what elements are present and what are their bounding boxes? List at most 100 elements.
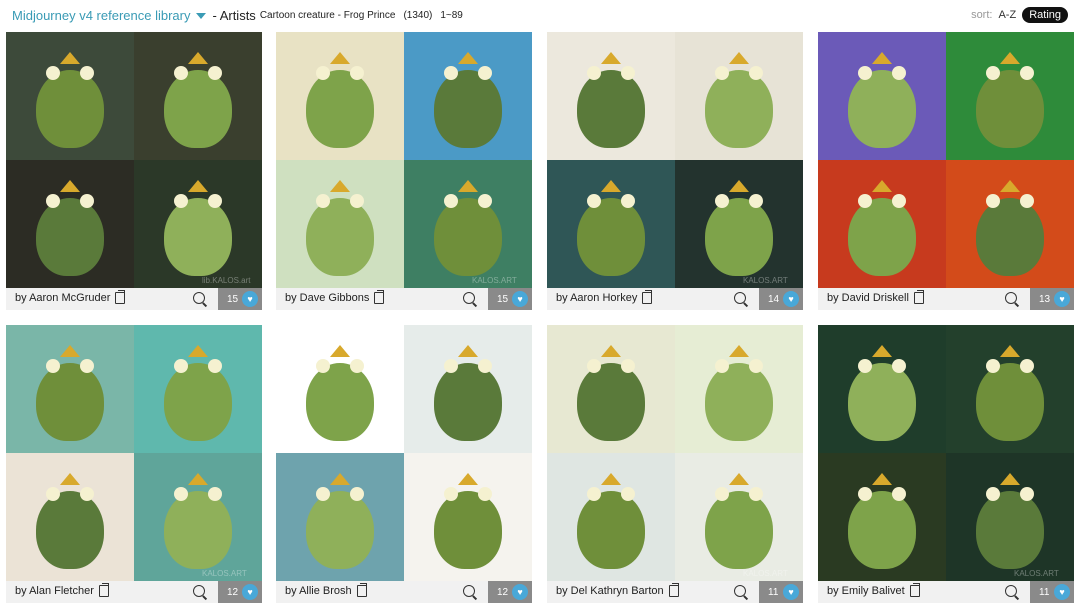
artist-card[interactable]: KALOS.ART by Alan Fletcher 12 ♥ (6, 325, 262, 603)
sample-image[interactable] (675, 453, 803, 581)
sample-image[interactable] (134, 32, 262, 160)
frog-eye (80, 359, 94, 373)
artist-card[interactable]: by David Driskell 13 ♥ (818, 32, 1074, 310)
zoom-in-icon[interactable] (463, 292, 475, 304)
copy-icon[interactable] (642, 290, 653, 304)
copy-icon[interactable] (374, 290, 385, 304)
library-title[interactable]: Midjourney v4 reference library (12, 8, 190, 23)
sample-image[interactable] (547, 325, 675, 453)
crown-shape (188, 52, 208, 64)
zoom-in-icon[interactable] (734, 585, 746, 597)
frog-eye (444, 66, 458, 80)
zoom-in-icon[interactable] (463, 585, 475, 597)
sample-image[interactable] (134, 160, 262, 288)
image-grid[interactable]: KALOS.ART (818, 325, 1074, 581)
copy-icon[interactable] (98, 583, 109, 597)
frog-eye (621, 359, 635, 373)
heart-icon[interactable]: ♥ (242, 584, 258, 600)
sample-image[interactable] (276, 32, 404, 160)
heart-icon[interactable]: ♥ (783, 291, 799, 307)
zoom-in-icon[interactable] (734, 292, 746, 304)
sample-image[interactable] (946, 453, 1074, 581)
sample-image[interactable] (134, 453, 262, 581)
artist-name[interactable]: by Del Kathryn Barton (556, 583, 679, 597)
sample-image[interactable] (6, 32, 134, 160)
heart-icon[interactable]: ♥ (512, 291, 528, 307)
zoom-in-icon[interactable] (1005, 585, 1017, 597)
sample-image[interactable] (547, 160, 675, 288)
frog-eye (208, 359, 222, 373)
sample-image[interactable] (818, 160, 946, 288)
sort-option-az[interactable]: A-Z (998, 9, 1016, 21)
frog-eye (892, 194, 906, 208)
sample-image[interactable] (547, 32, 675, 160)
artist-card[interactable]: KALOS.ART by Aaron Horkey 14 ♥ (547, 32, 803, 310)
zoom-in-icon[interactable] (193, 585, 205, 597)
image-grid[interactable]: KALOS.ART (547, 325, 803, 581)
zoom-in-icon[interactable] (1005, 292, 1017, 304)
sample-image[interactable] (946, 160, 1074, 288)
copy-icon[interactable] (356, 583, 367, 597)
copy-icon[interactable] (115, 290, 126, 304)
sample-image[interactable] (404, 32, 532, 160)
heart-icon[interactable]: ♥ (512, 584, 528, 600)
zoom-in-icon[interactable] (193, 292, 205, 304)
sample-image[interactable] (946, 325, 1074, 453)
sample-image[interactable] (818, 32, 946, 160)
heart-icon[interactable]: ♥ (1054, 584, 1070, 600)
sort-option-rating[interactable]: Rating (1022, 7, 1068, 23)
frog-eye (715, 359, 729, 373)
frog-figure (577, 70, 645, 148)
image-grid[interactable] (818, 32, 1074, 288)
sample-image[interactable] (675, 325, 803, 453)
heart-icon[interactable]: ♥ (1054, 291, 1070, 307)
frog-eye (587, 487, 601, 501)
sample-image[interactable] (134, 325, 262, 453)
frog-figure (577, 198, 645, 276)
artist-name[interactable]: by Emily Balivet (827, 583, 920, 597)
card-footer: by Dave Gibbons 15 ♥ (276, 288, 532, 310)
frog-eye (892, 66, 906, 80)
artist-card[interactable]: KALOS.ART by Dave Gibbons 15 ♥ (276, 32, 532, 310)
image-grid[interactable] (276, 325, 532, 581)
artist-card[interactable]: KALOS.ART by Del Kathryn Barton 11 ♥ (547, 325, 803, 603)
copy-icon[interactable] (909, 583, 920, 597)
artist-card[interactable]: by Allie Brosh 12 ♥ (276, 325, 532, 603)
sample-image[interactable] (404, 160, 532, 288)
artist-card[interactable]: KALOS.ART by Emily Balivet 11 ♥ (818, 325, 1074, 603)
artist-name[interactable]: by Dave Gibbons (285, 290, 385, 304)
artist-name[interactable]: by Alan Fletcher (15, 583, 109, 597)
copy-icon[interactable] (913, 290, 924, 304)
image-grid[interactable]: KALOS.ART (6, 325, 262, 581)
frog-eye (892, 359, 906, 373)
heart-icon[interactable]: ♥ (783, 584, 799, 600)
heart-icon[interactable]: ♥ (242, 291, 258, 307)
artist-name[interactable]: by Aaron Horkey (556, 290, 653, 304)
sample-image[interactable] (276, 325, 404, 453)
rating-value: 13 (1039, 293, 1051, 305)
image-grid[interactable]: lib.KALOS.art (6, 32, 262, 288)
artist-name[interactable]: by Aaron McGruder (15, 290, 126, 304)
sample-image[interactable] (547, 453, 675, 581)
frog-eye (587, 66, 601, 80)
sample-image[interactable] (818, 325, 946, 453)
artist-name[interactable]: by David Driskell (827, 290, 924, 304)
sample-image[interactable] (946, 32, 1074, 160)
caret-down-icon[interactable] (196, 12, 207, 19)
sample-image[interactable] (6, 453, 134, 581)
artist-name[interactable]: by Allie Brosh (285, 583, 367, 597)
sample-image[interactable] (818, 453, 946, 581)
frog-figure (976, 198, 1044, 276)
copy-icon[interactable] (668, 583, 679, 597)
sample-image[interactable] (675, 160, 803, 288)
artist-card[interactable]: lib.KALOS.art by Aaron McGruder 15 ♥ (6, 32, 262, 310)
sample-image[interactable] (404, 325, 532, 453)
sample-image[interactable] (404, 453, 532, 581)
image-grid[interactable]: KALOS.ART (276, 32, 532, 288)
sample-image[interactable] (276, 453, 404, 581)
image-grid[interactable]: KALOS.ART (547, 32, 803, 288)
sample-image[interactable] (6, 160, 134, 288)
sample-image[interactable] (675, 32, 803, 160)
sample-image[interactable] (6, 325, 134, 453)
sample-image[interactable] (276, 160, 404, 288)
